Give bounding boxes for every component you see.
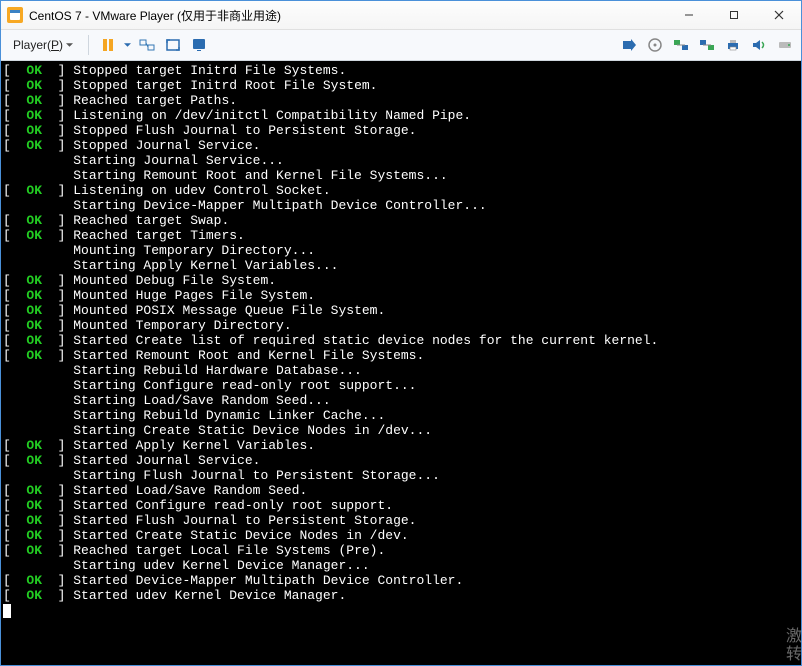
cd-device-button[interactable]: [645, 35, 665, 55]
minimize-button[interactable]: [666, 1, 711, 29]
player-menu-label: Player(P): [13, 38, 63, 52]
unity-icon: [191, 37, 207, 53]
send-key-icon: [621, 37, 637, 53]
sound-icon: [751, 37, 767, 53]
app-window: CentOS 7 - VMware Player (仅用于非商业用途) Play…: [0, 0, 802, 666]
titlebar: CentOS 7 - VMware Player (仅用于非商业用途): [1, 1, 801, 30]
pause-icon: [100, 37, 116, 53]
network2-icon: [699, 37, 715, 53]
chevron-down-icon[interactable]: [124, 43, 131, 47]
toolbar: Player(P): [1, 30, 801, 61]
window-title: CentOS 7 - VMware Player (仅用于非商业用途): [29, 7, 666, 24]
network2-device-button[interactable]: [697, 35, 717, 55]
network-device-button[interactable]: [671, 35, 691, 55]
sound-device-button[interactable]: [749, 35, 769, 55]
fit-guest-icon: [139, 37, 155, 53]
unity-button[interactable]: [189, 35, 209, 55]
printer-device-button[interactable]: [723, 35, 743, 55]
drive-icon: [777, 37, 793, 53]
close-button[interactable]: [756, 1, 801, 29]
cd-icon: [647, 37, 663, 53]
fullscreen-button[interactable]: [163, 35, 183, 55]
send-key-button[interactable]: [619, 35, 639, 55]
chevron-down-icon: [66, 43, 73, 47]
separator: [88, 35, 89, 55]
terminal[interactable]: [ OK ] Stopped target Initrd File System…: [1, 61, 801, 665]
fullscreen-icon: [165, 37, 181, 53]
pause-button[interactable]: [98, 35, 118, 55]
maximize-button[interactable]: [711, 1, 756, 29]
send-ctrl-alt-del-button[interactable]: [137, 35, 157, 55]
printer-icon: [725, 37, 741, 53]
network-icon: [673, 37, 689, 53]
player-menu[interactable]: Player(P): [7, 36, 79, 54]
app-icon: [7, 7, 23, 23]
drive-device-button[interactable]: [775, 35, 795, 55]
